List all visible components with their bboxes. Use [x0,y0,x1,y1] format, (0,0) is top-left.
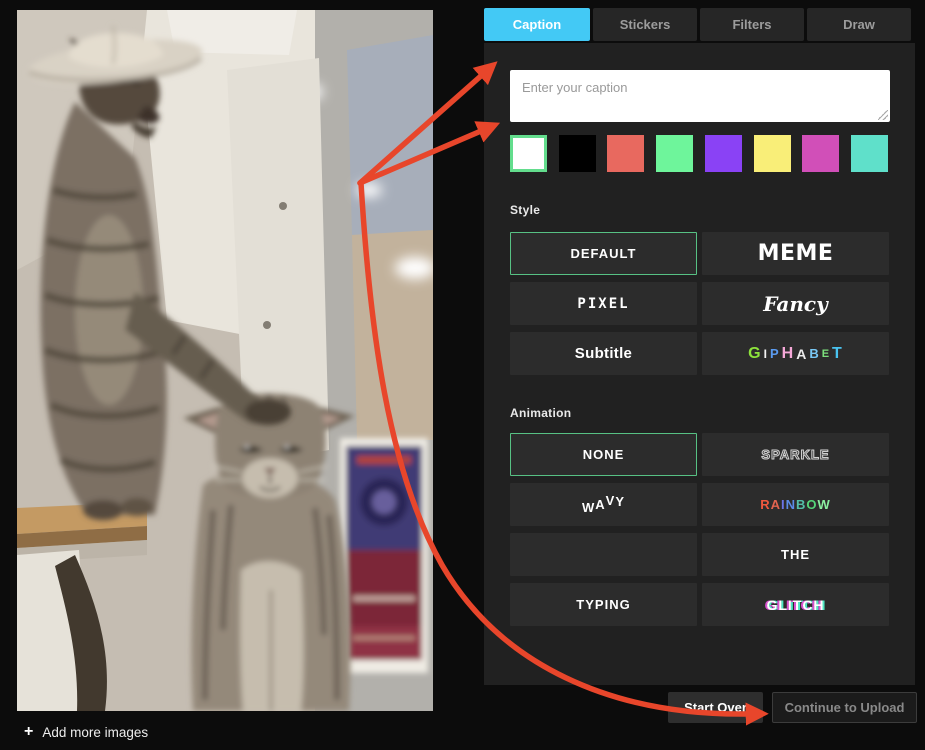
color-swatch[interactable] [705,135,742,172]
tab-filters[interactable]: Filters [700,8,804,41]
animation-rainbow-button[interactable]: RAINBOW [702,483,889,526]
plus-icon: + [24,724,33,740]
animation-blank-button[interactable] [510,533,697,576]
style-pixel-button[interactable]: PIXEL [510,282,697,325]
tab-draw[interactable]: Draw [807,8,911,41]
style-default-button[interactable]: DEFAULT [510,232,697,275]
style-subtitle-button[interactable]: Subtitle [510,332,697,375]
tab-stickers[interactable]: Stickers [593,8,697,41]
color-swatch[interactable] [802,135,839,172]
animation-typing-button[interactable]: TYPING [510,583,697,626]
add-more-images-button[interactable]: + Add more images [24,720,148,744]
color-swatch[interactable] [754,135,791,172]
add-more-images-label: Add more images [42,725,148,740]
animation-glitch-button[interactable]: GLITCH [702,583,889,626]
gif-editor: + Add more images Caption Stickers Filte… [0,0,925,750]
tab-caption[interactable]: Caption [484,8,590,41]
animation-sparkle-button[interactable]: SPARKLE [702,433,889,476]
style-giphabet-button[interactable]: GIPHABET [702,332,889,375]
animation-grid: NONE SPARKLE WAVY RAINBOW THE TYPING GLI… [510,433,889,626]
animation-the-button[interactable]: THE [702,533,889,576]
color-swatch[interactable] [510,135,547,172]
cat-gif-illustration [17,10,433,711]
color-swatch[interactable] [851,135,888,172]
gif-preview-image[interactable] [17,10,433,711]
color-swatch[interactable] [656,135,693,172]
editor-tabs: Caption Stickers Filters Draw [484,8,911,41]
color-swatches [510,135,888,172]
start-over-button[interactable]: Start Over [668,692,763,723]
style-fancy-button[interactable]: Fancy [702,282,889,325]
animation-section-label: Animation [510,406,571,420]
style-meme-button[interactable]: MEME [702,232,889,275]
caption-input-wrapper [510,70,890,122]
continue-to-upload-button[interactable]: Continue to Upload [772,692,917,723]
style-section-label: Style [510,203,540,217]
animation-wavy-button[interactable]: WAVY [510,483,697,526]
style-grid: DEFAULT MEME PIXEL Fancy Subtitle GIPHAB… [510,232,889,375]
animation-none-button[interactable]: NONE [510,433,697,476]
color-swatch[interactable] [559,135,596,172]
caption-panel: Style DEFAULT MEME PIXEL Fancy Subtitle … [484,43,915,685]
color-swatch[interactable] [607,135,644,172]
caption-input[interactable] [510,70,890,122]
